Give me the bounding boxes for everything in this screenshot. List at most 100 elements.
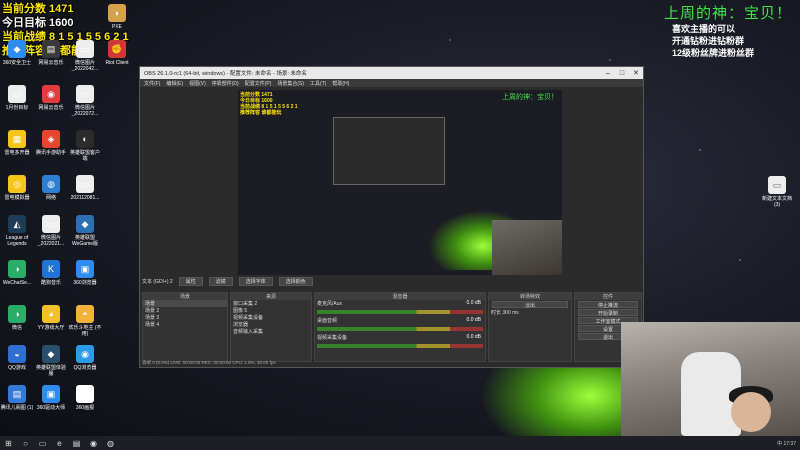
mixer-channel-db: 0.0 dB	[466, 334, 481, 340]
desktop-icon[interactable]: ▤ 网易云音乐	[34, 40, 68, 66]
browser-taskbar-icon[interactable]: ◍	[106, 439, 115, 448]
desktop-icon[interactable]: ▣ 360驱动大师	[34, 385, 68, 411]
selected-source-label: 文本 (GDI+) 2	[142, 279, 173, 285]
desktop-icon[interactable]: ▦ 雷电多开器	[0, 130, 34, 156]
desktop-icon[interactable]: ▤ 腾讯儿阁图 (1)	[0, 385, 34, 411]
menu-item[interactable]: 视图(V)	[189, 80, 206, 87]
desktop-icon-label: 雷电多开器	[4, 150, 30, 156]
scene-item[interactable]: 场景 2	[143, 307, 227, 314]
control-button[interactable]: 停止推流	[578, 301, 638, 309]
desktop-icon-label: 新建文本文档 (3)	[761, 196, 792, 208]
controls-title: 控件	[575, 293, 641, 300]
desktop-icon-new-text-doc[interactable]: ▭ 新建文本文档 (3)	[760, 176, 794, 208]
app-icon: ◒	[8, 345, 26, 363]
desktop-icon[interactable]: ◉ 网易云音乐	[34, 85, 68, 111]
desktop-icon[interactable]: ◑ WeChatSe...	[0, 260, 34, 286]
menu-item[interactable]: 停靠部件(D)	[212, 80, 239, 87]
app-icon: ▤	[42, 40, 60, 58]
desktop-icon[interactable]: ◒ QQ游戏	[0, 345, 34, 371]
desktop-icon[interactable]: ◗ PXE	[100, 4, 134, 30]
filters-button[interactable]: 滤镜	[208, 277, 233, 286]
clock[interactable]: 17:37	[783, 441, 796, 447]
properties-button[interactable]: 属性	[178, 277, 203, 286]
scene-item[interactable]: 场景 4	[143, 321, 227, 328]
desktop-icon[interactable]: ✊ Riot Client	[100, 40, 134, 66]
volume-meter[interactable]	[317, 344, 483, 348]
desktop-icon[interactable]: K 酷狗音乐	[34, 260, 68, 286]
menu-item[interactable]: 场景集合(S)	[277, 80, 304, 87]
desktop-icon[interactable]: ▭ 202112081...	[68, 175, 102, 201]
maximize-icon[interactable]: □	[615, 70, 629, 77]
app-icon: ◎	[8, 175, 26, 193]
desktop-icon[interactable]: ◕ YY游戏大厅	[34, 305, 68, 331]
app-icon: ▣	[42, 385, 60, 403]
app-icon: ◐	[76, 130, 94, 148]
volume-meter[interactable]	[317, 327, 483, 331]
mixer-title: 混音器	[315, 293, 485, 300]
select-color-button[interactable]: 选择颜色	[278, 277, 313, 286]
desktop-icon[interactable]: ◆ 英雄联盟体验服	[34, 345, 68, 377]
desktop-icon-label: 网易云音乐	[38, 105, 64, 111]
obs-taskbar-icon[interactable]: ◉	[89, 439, 98, 448]
desktop-icon[interactable]: ◑ 微信	[0, 305, 34, 331]
control-button[interactable]: 开始录制	[578, 309, 638, 317]
desktop-icon[interactable]: ◓ 欢乐斗地主 (不用)	[68, 305, 102, 337]
source-toolbar: 文本 (GDI+) 2 属性 滤镜 选择字体 选择颜色	[142, 277, 642, 286]
transitions-dock: 转场特效 淡出 时长 300 ms	[488, 292, 572, 362]
menu-item[interactable]: 文件(F)	[144, 80, 160, 87]
app-icon: ◆	[42, 345, 60, 363]
source-item[interactable]: 窗口采集 2	[231, 300, 311, 307]
desktop-icon[interactable]: ◈ 腾讯手游助手	[34, 130, 68, 156]
source-item[interactable]: 音频输入采集	[231, 328, 311, 335]
obs-window[interactable]: OBS 26.1.0-rc1 (64-bit, windows) - 配置文件:…	[139, 66, 644, 368]
task-view-icon[interactable]: ▭	[38, 439, 47, 448]
desktop-icon[interactable]: ◐ 英雄联盟客户端	[68, 130, 102, 162]
menu-item[interactable]: 帮助(H)	[332, 80, 349, 87]
desktop-icon-label: 微信	[11, 325, 22, 331]
desktop-icon[interactable]: ◍ 网络	[34, 175, 68, 201]
menu-item[interactable]: 配置文件(P)	[245, 80, 272, 87]
desktop-icon[interactable]: ▭ 微信图片_2022021...	[34, 215, 68, 247]
transition-select[interactable]: 淡出	[492, 301, 568, 309]
desktop-icon[interactable]: ▣ 360浏览器	[68, 260, 102, 286]
file-explorer-icon[interactable]: ▤	[72, 439, 81, 448]
source-item[interactable]: 图像 5	[231, 307, 311, 314]
close-icon[interactable]: ✕	[629, 69, 643, 77]
transitions-title: 转场特效	[489, 293, 571, 300]
minimize-icon[interactable]: –	[601, 70, 615, 77]
volume-meter[interactable]	[317, 310, 483, 314]
desktop-icon[interactable]: ◆ 英雄联盟 WeGame版	[68, 215, 102, 247]
app-icon: ◉	[42, 85, 60, 103]
obs-preview[interactable]: 当前分数 1471 今日目标 1600 当前战绩 8 1 5 1 5 5 6 2…	[238, 90, 562, 275]
search-icon[interactable]: ○	[21, 439, 30, 448]
desktop-icon-label: 英雄联盟客户端	[69, 150, 100, 162]
duration-value[interactable]: 300 ms	[502, 310, 518, 316]
app-icon: ◕	[42, 305, 60, 323]
obs-titlebar[interactable]: OBS 26.1.0-rc1 (64-bit, windows) - 配置文件:…	[140, 67, 643, 79]
menu-item[interactable]: 工具(T)	[310, 80, 326, 87]
menu-item[interactable]: 编辑(E)	[166, 80, 183, 87]
language-indicator[interactable]: 中	[777, 441, 782, 447]
desktop-icon[interactable]: ◭ League of Legends	[0, 215, 34, 247]
select-font-button[interactable]: 选择字体	[238, 277, 273, 286]
desktop-icon[interactable]: ▣ 360画报	[68, 385, 102, 411]
app-icon: ▭	[76, 40, 94, 58]
desktop-icon[interactable]: ▭ 微信图片_2022042...	[68, 40, 102, 72]
desktop-icon[interactable]: ▭ 1月份目标	[0, 85, 34, 111]
weekly-god-title: 上周的神：宝贝！	[663, 4, 792, 22]
windows-start-icon[interactable]: ⊞	[4, 439, 13, 448]
desktop-icon-label: QQ浏览器	[73, 365, 97, 371]
desktop-icon-label: 腾讯手游助手	[35, 150, 66, 156]
desktop-icon[interactable]: ◆ 360安全卫士	[0, 40, 34, 66]
scene-item[interactable]: 场景 3	[143, 314, 227, 321]
source-item[interactable]: 视频采集设备	[231, 314, 311, 321]
desktop-icon[interactable]: ◎ 雷电模拟器	[0, 175, 34, 201]
desktop-icon[interactable]: ◉ QQ浏览器	[68, 345, 102, 371]
scene-item[interactable]: 场景	[143, 300, 227, 307]
desktop-icon[interactable]: ▭ 微信图片_2022072...	[68, 85, 102, 117]
source-item[interactable]: 浏览器	[231, 321, 311, 328]
desktop-icon-label: 英雄联盟 WeGame版	[71, 235, 99, 247]
edge-icon[interactable]: e	[55, 439, 64, 448]
app-icon: ◈	[42, 130, 60, 148]
preview-nested-obs	[333, 117, 445, 185]
